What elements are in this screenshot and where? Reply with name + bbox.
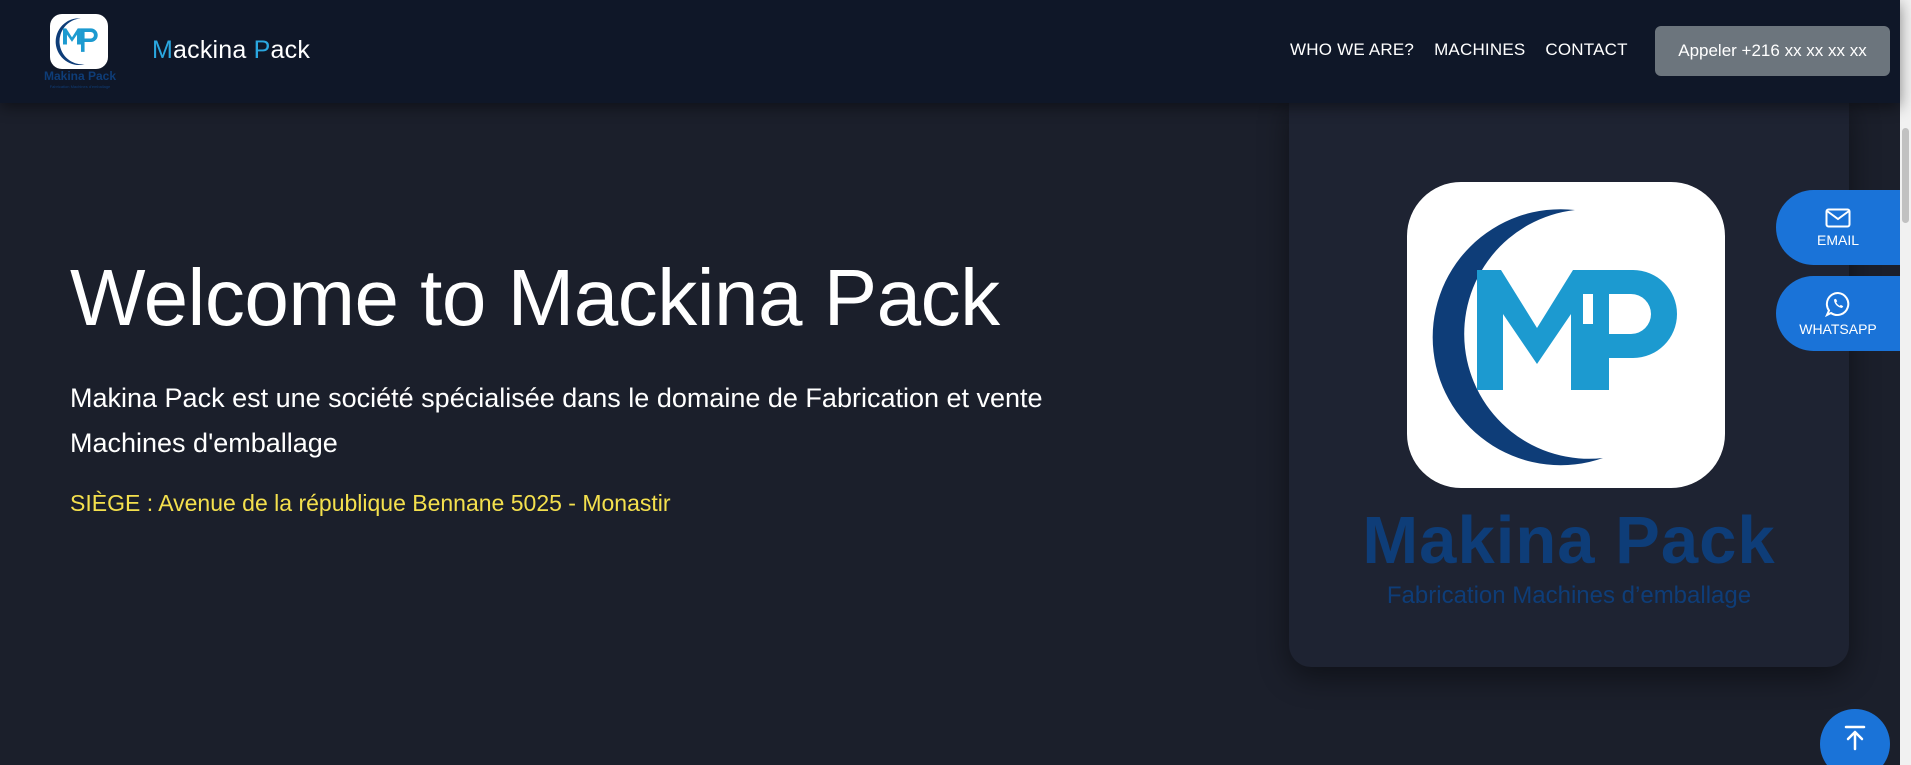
site-logo[interactable]: Makina Pack Fabrication Machines d'embal… bbox=[40, 13, 120, 93]
whatsapp-icon bbox=[1825, 291, 1850, 317]
email-float-button[interactable]: EMAIL bbox=[1776, 190, 1900, 265]
logo-card: Makina Pack Fabrication Machines d’embal… bbox=[1289, 100, 1849, 667]
mp-logo-icon bbox=[50, 14, 108, 69]
main-nav: WHO WE ARE? MACHINES CONTACT bbox=[1290, 40, 1628, 60]
brand-letter-p: P bbox=[253, 36, 271, 64]
nav-machines[interactable]: MACHINES bbox=[1434, 40, 1525, 60]
logo-brand-text: Makina Pack bbox=[43, 69, 117, 83]
brand-name[interactable]: Mackina Pack bbox=[152, 36, 310, 65]
site-header: Makina Pack Fabrication Machines d'embal… bbox=[0, 0, 1900, 103]
arrow-up-to-top-icon bbox=[1844, 725, 1866, 751]
nav-contact[interactable]: CONTACT bbox=[1545, 40, 1627, 60]
scrollbar-thumb[interactable] bbox=[1902, 128, 1909, 223]
brand-letter-m: M bbox=[152, 36, 174, 64]
email-label: EMAIL bbox=[1816, 231, 1859, 248]
logo-tagline-text: Fabrication Machines d'emballage bbox=[49, 84, 111, 89]
hero-address: SIÈGE : Avenue de la république Bennane … bbox=[70, 490, 671, 516]
nav-who-we-are[interactable]: WHO WE ARE? bbox=[1290, 40, 1414, 60]
mp-logo-icon bbox=[1407, 182, 1725, 488]
brand-part-1: ackina bbox=[173, 36, 254, 64]
brand-part-2: ack bbox=[270, 36, 311, 64]
call-button[interactable]: Appeler +216 xx xx xx xx bbox=[1655, 26, 1890, 76]
hero-title: Welcome to Mackina Pack bbox=[70, 253, 1000, 342]
hero-description: Makina Pack est une société spécialisée … bbox=[70, 383, 1043, 458]
mail-icon bbox=[1825, 208, 1851, 227]
card-tagline: Fabrication Machines d’emballage bbox=[1386, 582, 1752, 609]
page-scrollbar[interactable] bbox=[1900, 0, 1911, 765]
whatsapp-label: WHATSAPP bbox=[1799, 320, 1877, 337]
back-to-top-button[interactable] bbox=[1820, 709, 1890, 765]
card-brand-name: Makina Pack bbox=[1362, 503, 1776, 578]
whatsapp-float-button[interactable]: WHATSAPP bbox=[1776, 276, 1900, 351]
